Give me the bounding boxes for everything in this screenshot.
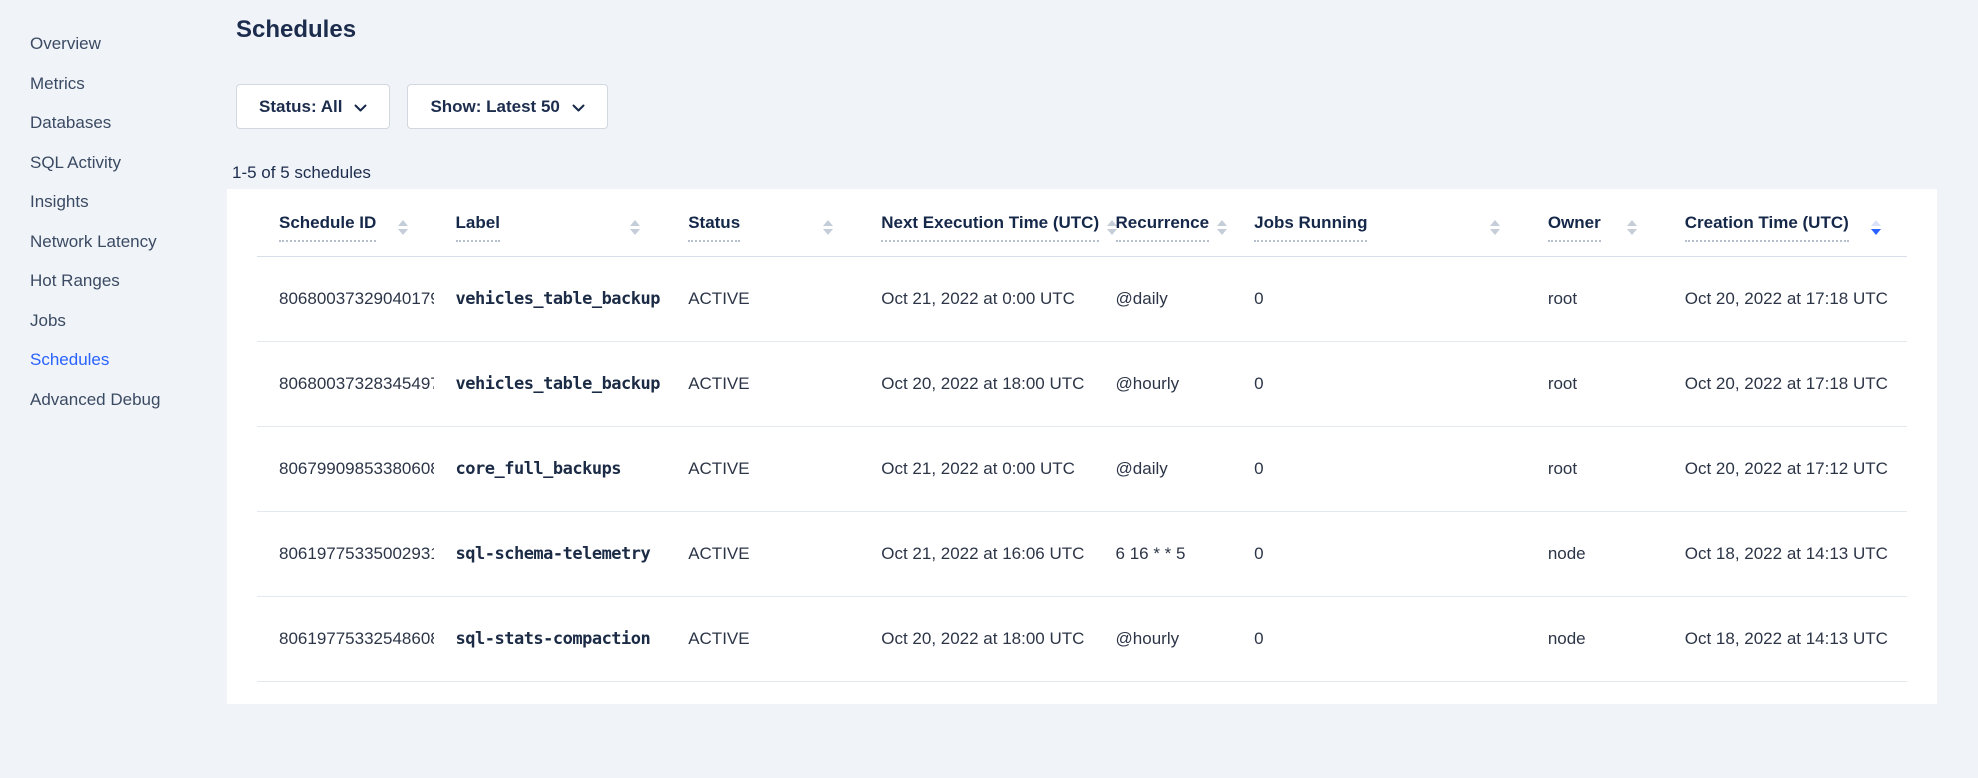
- column-header-label: Owner: [1548, 213, 1601, 242]
- sort-arrows-icon: [1871, 220, 1881, 235]
- column-header-label: Creation Time (UTC): [1685, 213, 1849, 242]
- chevron-down-icon: [354, 98, 367, 118]
- column-header-label: Jobs Running: [1254, 213, 1367, 242]
- sidebar-item-databases[interactable]: Databases: [0, 103, 227, 143]
- cell-jobs-running: 0: [1232, 597, 1526, 682]
- schedules-table-card: Schedule ID Label Status Next Execution …: [227, 189, 1937, 704]
- column-header-label: Next Execution Time (UTC): [881, 213, 1099, 242]
- schedules-table: Schedule ID Label Status Next Execution …: [257, 189, 1907, 682]
- cell-label: sql-schema-telemetry: [434, 512, 667, 597]
- chevron-down-icon: [572, 98, 585, 118]
- page-title: Schedules: [236, 14, 1937, 46]
- cell-owner: root: [1526, 342, 1663, 427]
- cell-owner: node: [1526, 597, 1663, 682]
- sidebar-item-metrics[interactable]: Metrics: [0, 64, 227, 104]
- sort-arrows-icon: [1627, 220, 1637, 235]
- column-header-status[interactable]: Status: [666, 189, 859, 257]
- cell-recurrence: @hourly: [1094, 342, 1233, 427]
- results-count: 1-5 of 5 schedules: [232, 162, 1937, 184]
- column-header-schedule-id[interactable]: Schedule ID: [257, 189, 434, 257]
- table-row: 806197753325486081 sql-stats-compaction …: [257, 597, 1907, 682]
- cell-owner: root: [1526, 257, 1663, 342]
- cell-jobs-running: 0: [1232, 512, 1526, 597]
- sidebar-item-advanced-debug[interactable]: Advanced Debug: [0, 380, 227, 420]
- table-header: Schedule ID Label Status Next Execution …: [257, 189, 1907, 257]
- show-filter-label: Show: Latest 50: [430, 97, 559, 117]
- cell-next-execution-time: Oct 20, 2022 at 18:00 UTC: [859, 342, 1093, 427]
- sort-arrows-icon: [823, 220, 833, 235]
- filter-bar: Status: All Show: Latest 50: [236, 84, 1937, 129]
- sidebar-item-network-latency[interactable]: Network Latency: [0, 222, 227, 262]
- sort-arrows-icon: [1490, 220, 1500, 235]
- sort-arrows-icon: [630, 220, 640, 235]
- cell-jobs-running: 0: [1232, 427, 1526, 512]
- table-row: 806197753350029313 sql-schema-telemetry …: [257, 512, 1907, 597]
- cell-label: vehicles_table_backup: [434, 257, 667, 342]
- cell-jobs-running: 0: [1232, 342, 1526, 427]
- column-header-creation-time-utc[interactable]: Creation Time (UTC): [1663, 189, 1907, 257]
- column-header-owner[interactable]: Owner: [1526, 189, 1663, 257]
- sidebar-item-overview[interactable]: Overview: [0, 24, 227, 64]
- cell-label: vehicles_table_backup: [434, 342, 667, 427]
- cell-owner: root: [1526, 427, 1663, 512]
- cell-creation-time: Oct 20, 2022 at 17:18 UTC: [1663, 257, 1907, 342]
- sidebar-item-sql-activity[interactable]: SQL Activity: [0, 143, 227, 183]
- column-header-jobs-running[interactable]: Jobs Running: [1232, 189, 1526, 257]
- cell-schedule-id: 806800373290401793: [257, 257, 434, 342]
- sidebar-item-schedules[interactable]: Schedules: [0, 340, 227, 380]
- sort-arrows-icon: [398, 220, 408, 235]
- cell-owner: node: [1526, 512, 1663, 597]
- status-filter-dropdown[interactable]: Status: All: [236, 84, 390, 129]
- table-row: 806800373283454977 vehicles_table_backup…: [257, 342, 1907, 427]
- column-header-label: Label: [456, 213, 500, 242]
- sidebar-item-jobs[interactable]: Jobs: [0, 301, 227, 341]
- cell-recurrence: @hourly: [1094, 597, 1233, 682]
- cell-recurrence: 6 16 * * 5: [1094, 512, 1233, 597]
- sort-arrows-icon: [1217, 220, 1227, 235]
- column-header-label: Status: [688, 213, 740, 242]
- cell-next-execution-time: Oct 21, 2022 at 16:06 UTC: [859, 512, 1093, 597]
- cell-status: ACTIVE: [666, 342, 859, 427]
- show-filter-dropdown[interactable]: Show: Latest 50: [407, 84, 607, 129]
- cell-recurrence: @daily: [1094, 427, 1233, 512]
- cell-creation-time: Oct 20, 2022 at 17:18 UTC: [1663, 342, 1907, 427]
- cell-creation-time: Oct 18, 2022 at 14:13 UTC: [1663, 597, 1907, 682]
- cell-status: ACTIVE: [666, 512, 859, 597]
- main-content: Schedules Status: All Show: Latest 50 1-…: [227, 0, 1978, 778]
- column-header-label: Schedule ID: [279, 213, 376, 242]
- sidebar-item-insights[interactable]: Insights: [0, 182, 227, 222]
- cell-jobs-running: 0: [1232, 257, 1526, 342]
- cell-creation-time: Oct 18, 2022 at 14:13 UTC: [1663, 512, 1907, 597]
- sidebar: OverviewMetricsDatabasesSQL ActivityInsi…: [0, 0, 227, 778]
- cell-label: core_full_backups: [434, 427, 667, 512]
- column-header-label[interactable]: Label: [434, 189, 667, 257]
- table-row: 806799098533806081 core_full_backups ACT…: [257, 427, 1907, 512]
- cell-creation-time: Oct 20, 2022 at 17:12 UTC: [1663, 427, 1907, 512]
- sidebar-item-hot-ranges[interactable]: Hot Ranges: [0, 261, 227, 301]
- cell-next-execution-time: Oct 21, 2022 at 0:00 UTC: [859, 257, 1093, 342]
- cell-recurrence: @daily: [1094, 257, 1233, 342]
- status-filter-label: Status: All: [259, 97, 342, 117]
- cell-label: sql-stats-compaction: [434, 597, 667, 682]
- cell-schedule-id: 806800373283454977: [257, 342, 434, 427]
- column-header-next-execution-time-utc[interactable]: Next Execution Time (UTC): [859, 189, 1093, 257]
- cell-schedule-id: 806799098533806081: [257, 427, 434, 512]
- cell-next-execution-time: Oct 20, 2022 at 18:00 UTC: [859, 597, 1093, 682]
- column-header-label: Recurrence: [1116, 213, 1210, 242]
- cell-status: ACTIVE: [666, 257, 859, 342]
- cell-status: ACTIVE: [666, 597, 859, 682]
- table-row: 806800373290401793 vehicles_table_backup…: [257, 257, 1907, 342]
- cell-schedule-id: 806197753325486081: [257, 597, 434, 682]
- cell-schedule-id: 806197753350029313: [257, 512, 434, 597]
- cell-next-execution-time: Oct 21, 2022 at 0:00 UTC: [859, 427, 1093, 512]
- cell-status: ACTIVE: [666, 427, 859, 512]
